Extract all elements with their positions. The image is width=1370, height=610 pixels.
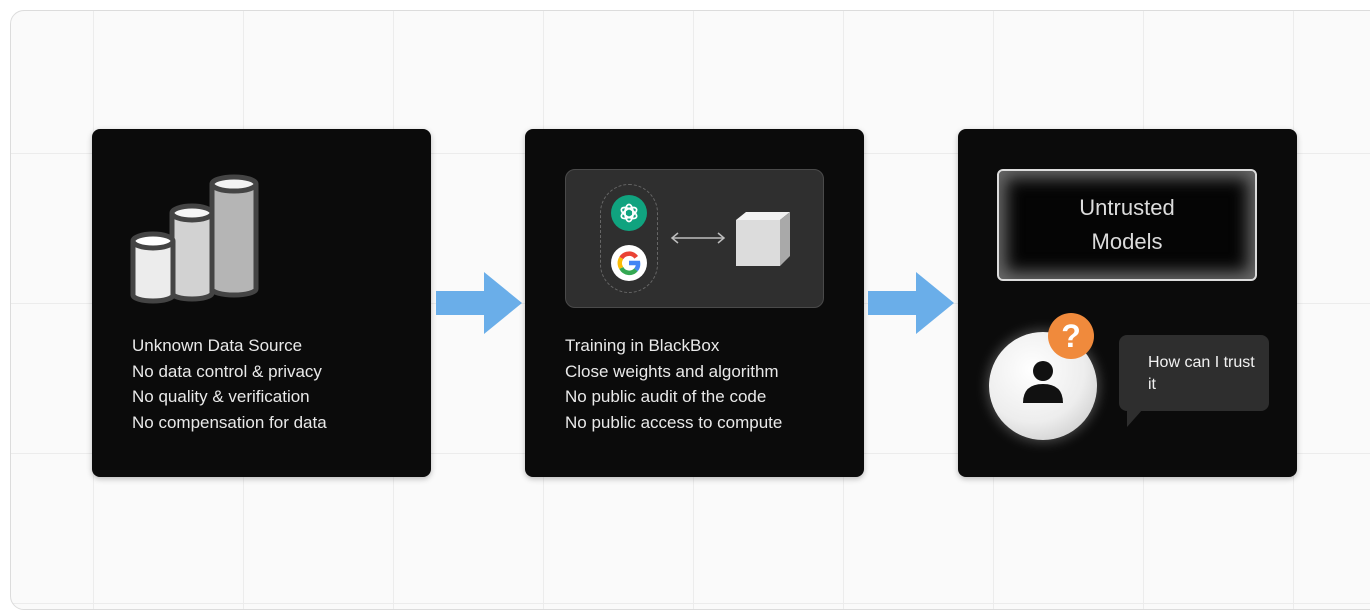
- panel-training: Training in BlackBox Close weights and a…: [525, 129, 864, 477]
- person-icon: [1023, 361, 1063, 403]
- double-arrow-icon: [670, 232, 726, 244]
- bullet-item: No data control & privacy: [132, 361, 322, 381]
- bullet-item: No quality & verification: [132, 387, 310, 406]
- provider-logos: [600, 184, 658, 293]
- bullet-item: No public audit of the code: [565, 387, 767, 406]
- data-source-bullets: Unknown Data Source No data control & pr…: [132, 333, 327, 435]
- panel-data-source: Unknown Data Source No data control & pr…: [92, 129, 431, 477]
- speech-bubble-tail: [1127, 409, 1143, 427]
- bubble-text: How can I trust it: [1148, 354, 1255, 393]
- panel-models: Untrusted Models ? How can I trust it: [958, 129, 1297, 477]
- flow-arrow-icon: [436, 272, 522, 334]
- openai-logo-icon: [611, 195, 647, 231]
- bullet-item: No compensation for data: [132, 412, 327, 432]
- blackbox-cube-icon: [736, 212, 790, 266]
- bullet-item: Close weights and algorithm: [565, 361, 779, 381]
- google-logo-icon: [611, 245, 647, 281]
- flow-arrow-icon: [868, 272, 954, 334]
- bullet-item: Unknown Data Source: [132, 336, 303, 355]
- model-box-line1: Untrusted: [1079, 195, 1175, 220]
- database-cylinders-icon: [130, 174, 259, 304]
- model-box-line2: Models: [1091, 229, 1163, 254]
- untrusted-models-box: Untrusted Models: [997, 169, 1257, 281]
- question-mark-icon: ?: [1048, 313, 1094, 359]
- ai-providers-box: [565, 169, 824, 308]
- speech-bubble-icon: How can I trust it: [1119, 335, 1269, 427]
- training-bullets: Training in BlackBox Close weights and a…: [565, 333, 782, 435]
- bullet-item: Training in BlackBox: [565, 336, 720, 355]
- bullet-item: No public access to compute: [565, 412, 783, 432]
